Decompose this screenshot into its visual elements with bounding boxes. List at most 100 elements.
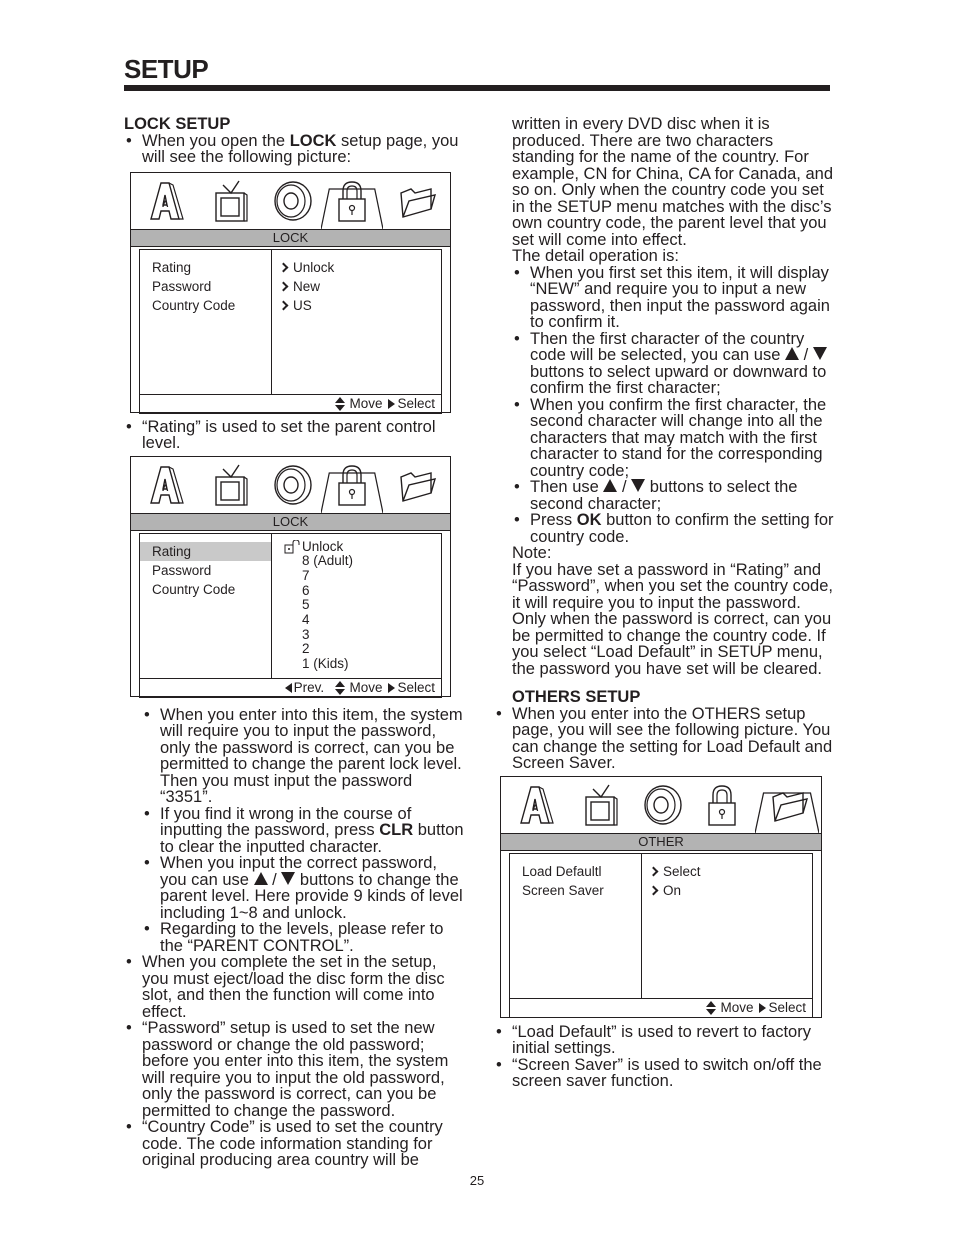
page-title: SETUP [124,54,209,84]
continuation-text: written in every DVD disc when it is pro… [512,115,834,249]
bullet: “Screen Saver” is used to switch on/off … [494,1056,837,1090]
menu-item-country-code[interactable]: Country Code [140,580,271,599]
menu-item-password[interactable]: Password [140,277,271,296]
detail-intro: The detail operation is: [512,247,679,265]
up-down-icon [706,1000,717,1015]
osd-section-bar: LOCK [131,512,450,531]
disc-icon[interactable] [271,463,315,507]
subbullet: If you find it wrong in the course of in… [142,804,464,856]
up-arrow-icon [785,347,799,361]
right-column: written in every DVD disc when it is pro… [496,115,837,1090]
subbullet: When you enter into this item, the syste… [142,706,464,806]
note-label: Note: [512,544,552,562]
bullet: When you complete the set in the setup, … [124,954,464,1020]
folder-icon[interactable] [767,783,811,827]
osd-section-bar: LOCK [131,228,450,247]
menu-item-country-code[interactable]: Country Code [140,296,271,315]
folder-icon[interactable] [395,463,439,507]
menu-item-screen-saver[interactable]: Screen Saver [510,881,641,900]
play-right-icon [388,682,396,693]
footer-move-label: Move [349,395,383,411]
page-number: 25 [469,1173,485,1188]
text: If you find it wrong in the course of in… [160,804,412,839]
lock-bullets: When you complete the set in the setup, … [124,954,464,1169]
level-option[interactable]: 3 [280,627,441,643]
rating-list: “Rating” is used to set the parent contr… [124,418,464,452]
bullet: When you confirm the first character, th… [512,396,837,480]
lock-icon[interactable] [330,179,374,223]
footer-move-label: Move [349,679,383,695]
lock-intro-bullet: When you open the LOCK setup page, you w… [124,131,464,166]
bullet: Then use / buttons to select the second … [512,479,837,512]
value-rating[interactable]: Unlock [280,258,441,277]
osd-section-bar: OTHER [501,832,821,851]
osd-footer: Prev. Move Select [140,677,441,697]
level-option[interactable]: 5 [280,598,441,613]
lock-screen-1: LOCK Rating Password Country Code Unlock… [130,171,451,414]
bullet: “Password” setup is used to set the new … [124,1020,464,1119]
osd-footer: Move Select [510,997,812,1017]
lock-icon[interactable] [330,463,374,507]
value-country-code[interactable]: US [280,296,441,315]
bold-text: OK [576,511,602,529]
level-option[interactable]: Unlock [280,539,441,555]
osd-values: Unlock New US [272,250,441,394]
language-icon[interactable] [515,783,559,827]
others-setup-heading: OTHERS SETUP [512,688,641,706]
unlock-icon [284,539,300,553]
disc-icon[interactable] [271,179,315,223]
play-right-icon [388,398,396,409]
title-rule [124,85,830,91]
disc-icon[interactable] [641,783,685,827]
up-arrow-icon [603,479,618,493]
menu-item-password[interactable]: Password [140,561,271,580]
footer-select-label: Select [397,679,435,695]
level-option[interactable]: 6 [280,583,441,599]
bold-text: CLR [379,821,414,839]
value-password[interactable]: New [280,277,441,296]
up-down-icon [335,680,346,695]
bullet: When you first set this item, it will di… [512,264,837,331]
footer-prev-label: Prev. [293,679,325,695]
down-arrow-icon [631,479,646,493]
lock-icon[interactable] [700,783,744,827]
text: Press [530,511,577,529]
menu-item-rating[interactable]: Rating [140,258,271,277]
osd-icon-row [131,173,450,229]
level-option[interactable]: 8 (Adult) [280,553,441,569]
menu-item-load-default[interactable]: Load Defaultl [510,862,641,881]
level-option[interactable]: 1 (Kids) [280,656,441,672]
language-icon[interactable] [145,463,189,507]
tv-icon[interactable] [579,783,623,827]
lock-screen-2: LOCK Rating Password Country Code Unlock… [130,455,451,698]
up-arrow-icon [253,871,268,885]
menu-item-rating-selected[interactable]: Rating [140,541,271,561]
value-load-default[interactable]: Select [650,862,812,881]
value-screen-saver[interactable]: On [650,881,812,900]
folder-icon[interactable] [395,179,439,223]
osd-footer: Move Select [140,393,441,413]
left-column: LOCK SETUP When you open the LOCK setup … [124,116,464,1169]
subbullet: When you input the correct password, you… [142,855,464,921]
tv-icon[interactable] [209,179,253,223]
osd-icon-row [501,777,821,833]
down-arrow-icon [281,871,296,885]
tv-icon[interactable] [209,463,253,507]
level-option[interactable]: 7 [280,568,441,584]
language-icon[interactable] [145,179,189,223]
osd-values: Select On [642,854,812,998]
detail-bullets: When you first set this item, it will di… [512,264,837,546]
note-text: If you have set a password in “Rating” a… [512,560,833,678]
play-right-icon [759,1002,767,1013]
osd-menu: Rating Password Country Code [140,533,272,678]
level-option[interactable]: 4 [280,612,441,628]
lock-intro-list: When you open the LOCK setup page, you w… [124,131,464,166]
bold-text: LOCK [289,131,337,150]
text: Then the first character of the country … [530,329,805,364]
osd-body: Rating Password Country Code Unlock 8 (A… [139,532,442,698]
bullet: Press OK button to confirm the setting f… [512,512,837,545]
level-option[interactable]: 2 [280,642,441,657]
up-down-icon [335,396,346,411]
others-bullets: “Load Default” is used to revert to fact… [494,1023,837,1090]
footer-move-label: Move [720,999,754,1015]
